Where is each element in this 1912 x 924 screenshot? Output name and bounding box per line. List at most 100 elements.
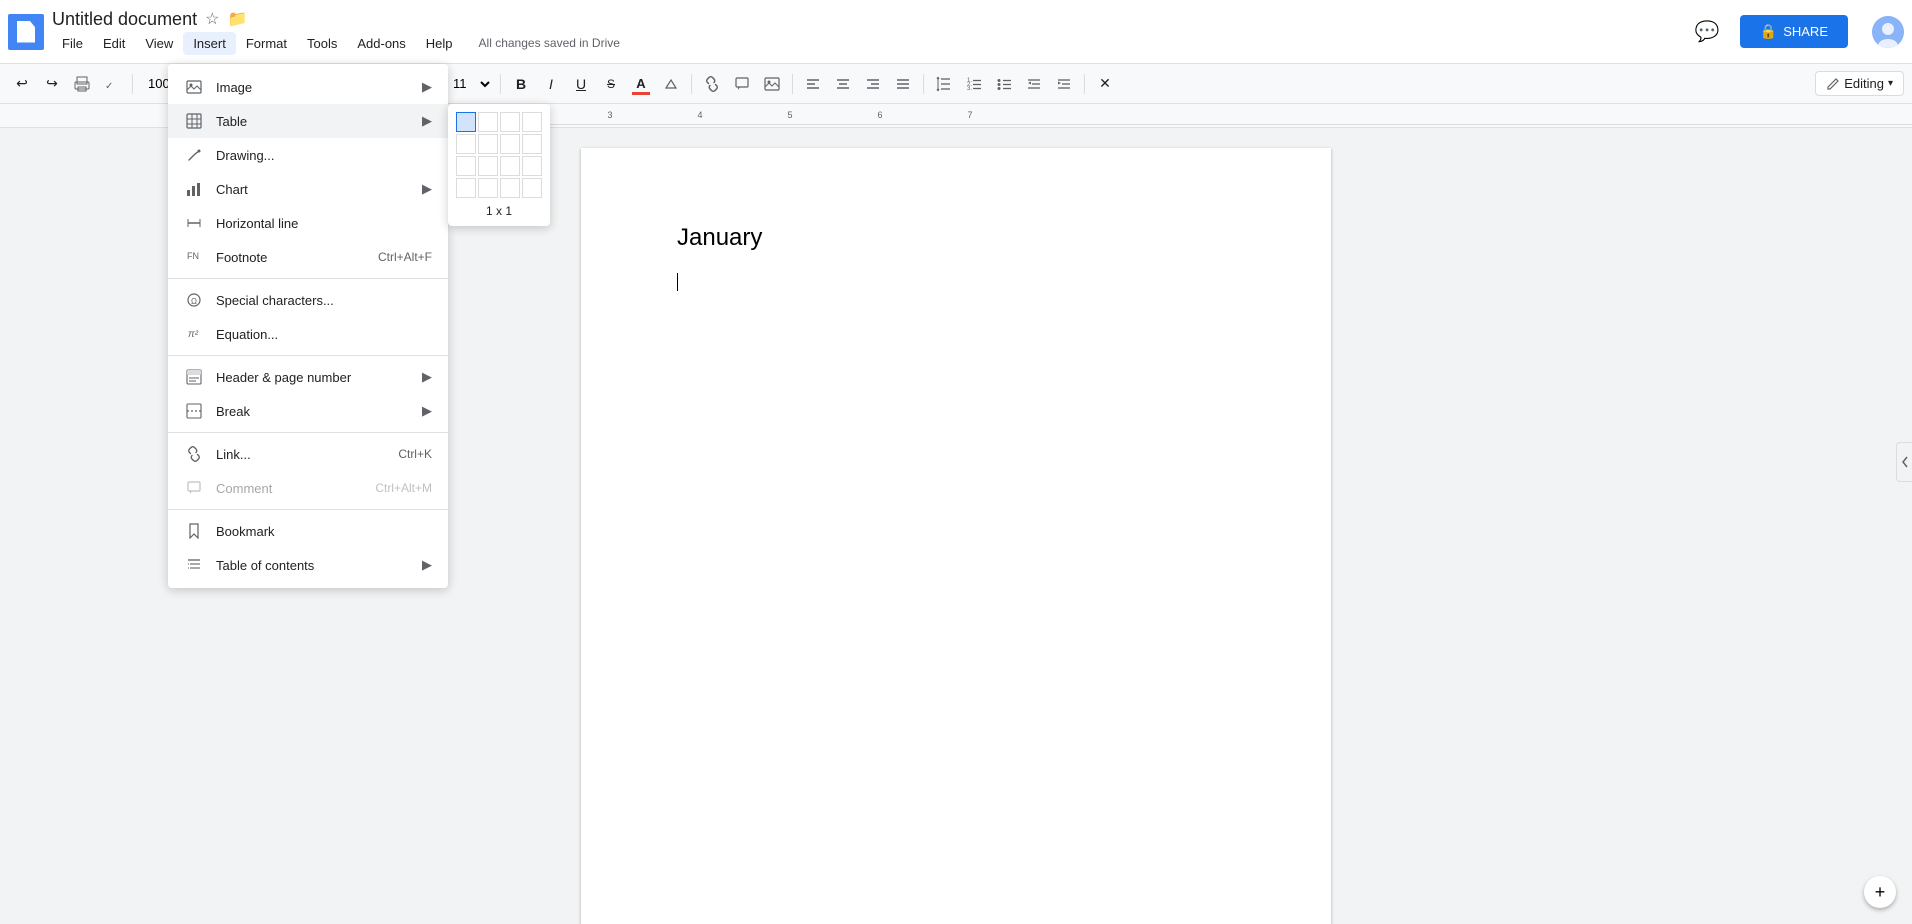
menu-help[interactable]: Help [416, 32, 463, 55]
menu-item-special-chars[interactable]: Ω Special characters... [168, 283, 448, 317]
zoom-in-button[interactable]: + [1864, 876, 1896, 908]
undo-button[interactable]: ↩ [8, 70, 36, 98]
comment-toolbar-button[interactable] [728, 70, 756, 98]
folder-icon[interactable]: 📁 [227, 9, 247, 29]
align-right-button[interactable] [859, 70, 887, 98]
document-title[interactable]: Untitled document [52, 9, 197, 30]
align-center-button[interactable] [829, 70, 857, 98]
increase-indent-button[interactable] [1050, 70, 1078, 98]
hline-menu-icon [184, 213, 204, 233]
menu-item-table[interactable]: Table ▶ [168, 104, 448, 138]
menu-item-footnote[interactable]: FN Footnote Ctrl+Alt+F [168, 240, 448, 274]
grid-cell-4-1[interactable] [456, 178, 476, 198]
insert-menu-container: Image ▶ Table ▶ [168, 64, 448, 588]
svg-text:6: 6 [877, 110, 882, 120]
document-content[interactable]: January [677, 220, 1235, 294]
grid-cell-4-4[interactable] [522, 178, 542, 198]
insert-dropdown: Image ▶ Table ▶ [168, 64, 448, 588]
title-section: Untitled document ☆ 📁 File Edit View Ins… [52, 9, 1695, 55]
grid-cell-3-1[interactable] [456, 156, 476, 176]
underline-button[interactable]: U [567, 70, 595, 98]
grid-size-label: 1 x 1 [456, 204, 542, 218]
bulleted-list-button[interactable] [990, 70, 1018, 98]
bold-button[interactable]: B [507, 70, 535, 98]
menu-item-equation[interactable]: π² Equation... [168, 317, 448, 351]
toolbar-separator-5 [500, 74, 501, 94]
comment-icon[interactable]: 💬 [1695, 19, 1720, 44]
font-color-button[interactable]: A [627, 70, 655, 98]
text-cursor [677, 273, 678, 291]
table-menu-arrow: ▶ [422, 113, 432, 129]
share-lock-icon: 🔒 [1760, 23, 1777, 40]
justify-button[interactable] [889, 70, 917, 98]
menu-item-header-page[interactable]: Header & page number ▶ [168, 360, 448, 394]
menu-insert[interactable]: Insert [183, 32, 236, 55]
toolbar-separator-9 [1084, 74, 1085, 94]
footnote-menu-icon: FN [184, 247, 204, 267]
menu-addons[interactable]: Add-ons [347, 32, 415, 55]
menu-divider-4 [168, 509, 448, 510]
menu-file[interactable]: File [52, 32, 93, 55]
highlight-button[interactable] [657, 70, 685, 98]
grid-cell-4-2[interactable] [478, 178, 498, 198]
menu-format[interactable]: Format [236, 32, 297, 55]
menu-divider-2 [168, 355, 448, 356]
grid-cell-2-3[interactable] [500, 134, 520, 154]
menu-item-horizontal-line[interactable]: Horizontal line [168, 206, 448, 240]
grid-cell-4-3[interactable] [500, 178, 520, 198]
menu-tools[interactable]: Tools [297, 32, 347, 55]
decrease-indent-button[interactable] [1020, 70, 1048, 98]
heading-january[interactable]: January [677, 220, 1235, 256]
print-button[interactable] [68, 70, 96, 98]
toolbar-separator-8 [923, 74, 924, 94]
docs-logo-icon [8, 14, 44, 50]
grid-cell-2-2[interactable] [478, 134, 498, 154]
align-left-button[interactable] [799, 70, 827, 98]
document-page[interactable]: January [581, 148, 1331, 924]
chart-menu-label: Chart [216, 182, 414, 197]
grid-cell-2-1[interactable] [456, 134, 476, 154]
spellcheck-button[interactable]: ✓ [98, 70, 126, 98]
link-button[interactable] [698, 70, 726, 98]
chart-menu-icon [184, 179, 204, 199]
italic-button[interactable]: I [537, 70, 565, 98]
grid-cell-1-2[interactable] [478, 112, 498, 132]
image-toolbar-button[interactable] [758, 70, 786, 98]
menu-item-link[interactable]: Link... Ctrl+K [168, 437, 448, 471]
grid-cell-1-3[interactable] [500, 112, 520, 132]
menu-view[interactable]: View [135, 32, 183, 55]
share-button[interactable]: 🔒 SHARE [1740, 15, 1848, 48]
menu-item-toc[interactable]: Table of contents ▶ [168, 548, 448, 582]
grid-cell-3-3[interactable] [500, 156, 520, 176]
footnote-shortcut: Ctrl+Alt+F [378, 250, 432, 264]
bookmark-menu-label: Bookmark [216, 524, 432, 539]
grid-cell-2-4[interactable] [522, 134, 542, 154]
right-actions: 💬 🔒 SHARE [1695, 15, 1904, 48]
link-menu-label: Link... [216, 447, 398, 462]
menu-item-break[interactable]: Break ▶ [168, 394, 448, 428]
grid-cell-3-2[interactable] [478, 156, 498, 176]
redo-button[interactable]: ↪ [38, 70, 66, 98]
line-spacing-button[interactable] [930, 70, 958, 98]
grid-cell-1-4[interactable] [522, 112, 542, 132]
svg-text:5: 5 [787, 110, 792, 120]
table-grid [456, 112, 542, 198]
footnote-menu-label: Footnote [216, 250, 378, 265]
star-icon[interactable]: ☆ [205, 9, 219, 29]
clear-formatting-button[interactable]: ✕ [1091, 70, 1119, 98]
menu-edit[interactable]: Edit [93, 32, 135, 55]
collapse-sidebar-button[interactable] [1896, 442, 1912, 482]
numbered-list-button[interactable]: 1.2.3. [960, 70, 988, 98]
font-size-select[interactable]: 11 [444, 70, 494, 98]
menu-item-bookmark[interactable]: Bookmark [168, 514, 448, 548]
menu-item-image[interactable]: Image ▶ [168, 70, 448, 104]
strikethrough-button[interactable]: S [597, 70, 625, 98]
editing-mode-button[interactable]: Editing ▾ [1815, 71, 1904, 96]
menu-item-chart[interactable]: Chart ▶ [168, 172, 448, 206]
user-avatar[interactable] [1872, 16, 1904, 48]
toc-menu-icon [184, 555, 204, 575]
break-menu-arrow: ▶ [422, 403, 432, 419]
menu-item-drawing[interactable]: Drawing... [168, 138, 448, 172]
grid-cell-1-1[interactable] [456, 112, 476, 132]
grid-cell-3-4[interactable] [522, 156, 542, 176]
